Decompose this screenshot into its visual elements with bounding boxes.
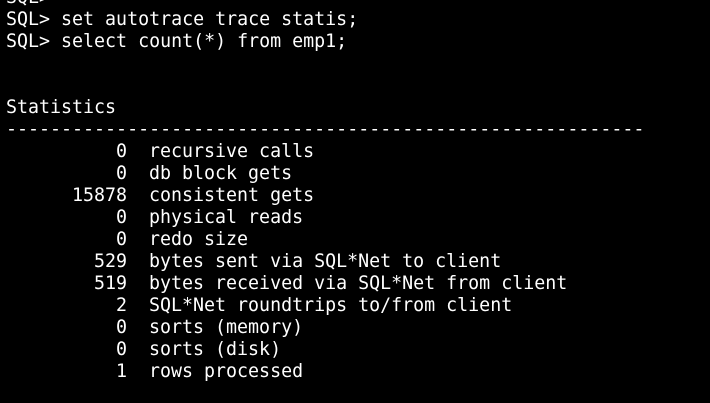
statistic-label: bytes sent via SQL*Net to client xyxy=(149,251,502,272)
statistic-value: 1 xyxy=(115,361,127,382)
statistic-row: 0 physical reads xyxy=(6,207,710,229)
sql-prompt-line: SQL> xyxy=(6,0,710,9)
statistic-value: 529 xyxy=(93,251,127,272)
statistic-label: sorts (memory) xyxy=(149,317,304,338)
statistic-value: 0 xyxy=(115,229,127,250)
statistic-row: 0 db block gets xyxy=(6,163,710,185)
statistic-label: bytes received via SQL*Net from client xyxy=(149,273,568,294)
statistic-value: 0 xyxy=(115,317,127,338)
statistic-row: 0 sorts (disk) xyxy=(6,339,710,361)
statistic-label: redo size xyxy=(149,229,249,250)
statistic-row: 519 bytes received via SQL*Net from clien… xyxy=(6,273,710,295)
statistic-value: 15878 xyxy=(71,185,127,206)
terminal-window[interactable]: SQL> SQL> set autotrace trace statis; SQ… xyxy=(0,0,710,403)
statistic-value: 2 xyxy=(115,295,127,316)
statistic-row: 0 redo size xyxy=(6,229,710,251)
command-line-select: SQL> select count(*) from emp1; xyxy=(6,31,348,52)
statistic-value: 0 xyxy=(115,339,127,360)
statistic-row: 0 sorts (memory) xyxy=(6,317,710,339)
statistic-label: sorts (disk) xyxy=(149,339,282,360)
statistic-value: 0 xyxy=(115,163,127,184)
command-line-autotrace: SQL> set autotrace trace statis; xyxy=(6,9,359,30)
statistic-value: 0 xyxy=(115,141,127,162)
statistic-label: consistent gets xyxy=(149,185,315,206)
statistic-label: recursive calls xyxy=(149,141,315,162)
statistic-row: 15878 consistent gets xyxy=(6,185,710,207)
statistic-label: rows processed xyxy=(149,361,304,382)
statistic-row: 1 rows processed xyxy=(6,361,710,383)
statistic-row: 0 recursive calls xyxy=(6,141,710,163)
statistics-divider: ----------------------------------------… xyxy=(6,119,645,140)
statistic-row: 2 SQL*Net roundtrips to/from client xyxy=(6,295,710,317)
statistic-value: 0 xyxy=(115,207,127,228)
statistic-label: physical reads xyxy=(149,207,304,228)
statistic-label: db block gets xyxy=(149,163,293,184)
statistic-value: 519 xyxy=(93,273,127,294)
statistics-heading: Statistics xyxy=(6,97,117,118)
statistic-label: SQL*Net roundtrips to/from client xyxy=(149,295,513,316)
statistic-row: 529 bytes sent via SQL*Net to client xyxy=(6,251,710,273)
